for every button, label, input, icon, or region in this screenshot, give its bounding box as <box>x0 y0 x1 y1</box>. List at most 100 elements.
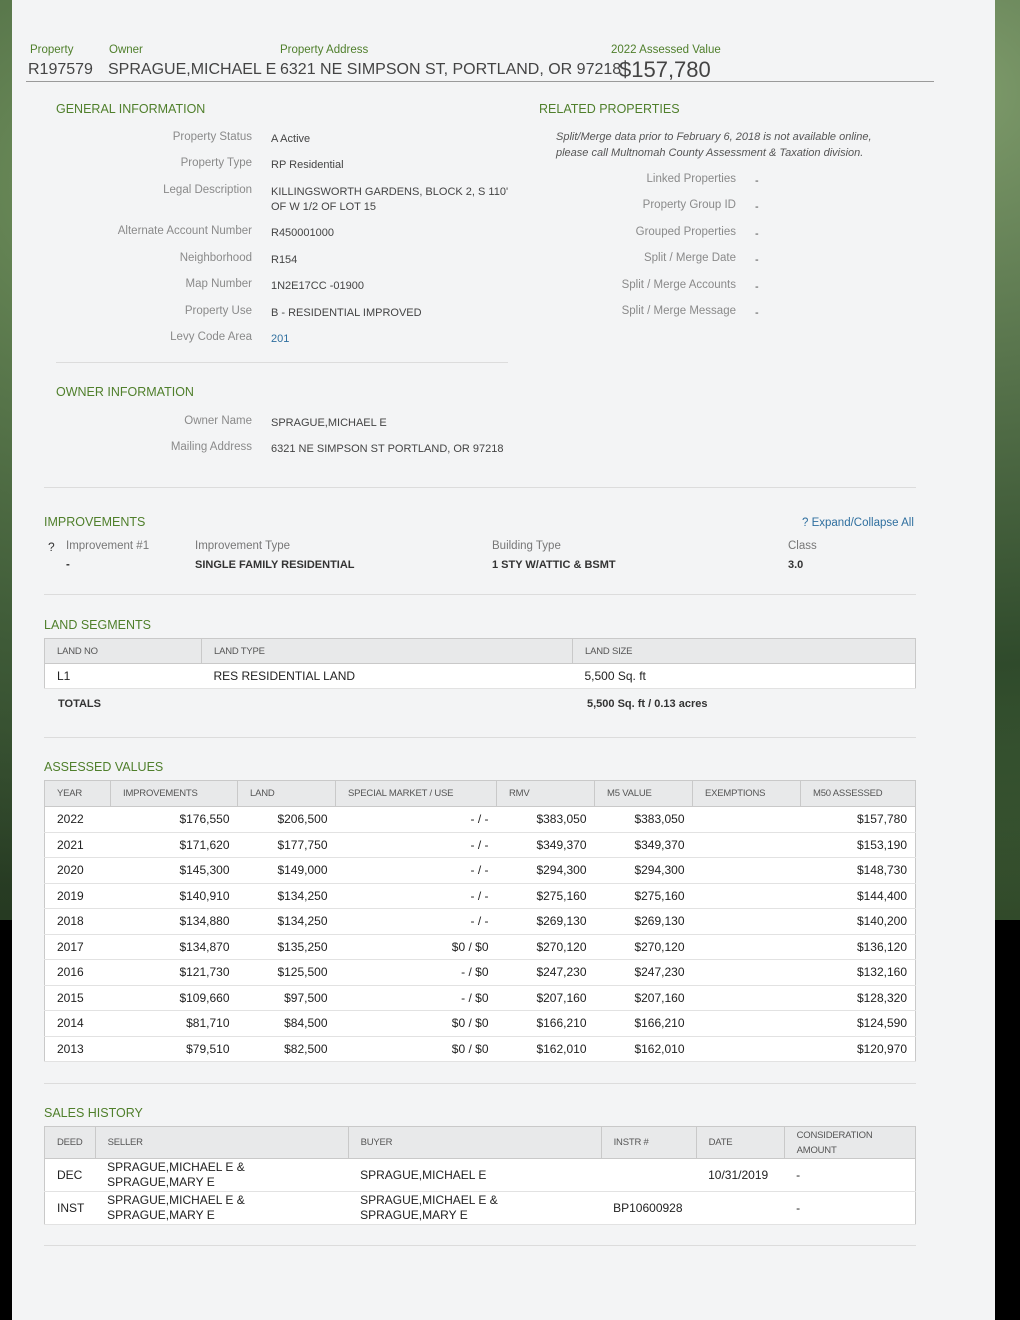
assessed-cell: - / - <box>335 832 497 858</box>
assessed-cell: $171,620 <box>110 832 238 858</box>
assessed-col-header: M50 ASSESSED <box>800 780 916 807</box>
assessed-cell: $162,010 <box>594 1036 693 1062</box>
assessed-cell: $136,120 <box>800 934 916 960</box>
related-field-label: Property Group ID <box>642 199 736 211</box>
assessed-cell: $383,050 <box>594 806 693 833</box>
land-header-row: LAND NO LAND TYPE LAND SIZE <box>44 638 916 664</box>
expand-collapse-all-link[interactable]: ? Expand/Collapse All <box>802 517 914 529</box>
assessed-cell: $207,160 <box>594 985 693 1011</box>
assessed-cell <box>692 985 801 1011</box>
assessed-col-header: SPECIAL MARKET / USE <box>335 780 497 807</box>
assessed-cell: $166,210 <box>496 1010 595 1037</box>
assessed-cell: $134,250 <box>237 883 336 909</box>
levy-code-link[interactable]: 201 <box>271 332 516 347</box>
building-type-value: 1 STY W/ATTIC & BSMT <box>492 559 616 571</box>
assessed-cell <box>692 1036 801 1062</box>
improvement-type-label: Improvement Type <box>195 540 291 552</box>
assessed-cell: $125,500 <box>237 959 336 986</box>
field-value: R450001000 <box>271 227 335 239</box>
assessed-cell: 2013 <box>44 1036 111 1062</box>
assessed-cell: $128,320 <box>800 985 916 1011</box>
assessed-cell: - / - <box>335 883 497 909</box>
related-field-value: - <box>755 201 759 213</box>
land-divider <box>44 737 916 738</box>
assessed-value-amount: $157,780 <box>619 57 711 82</box>
assessed-cell: $247,230 <box>496 959 595 986</box>
assessed-cell: $109,660 <box>110 985 238 1011</box>
sales-cell: SPRAGUE,MICHAEL E <box>348 1158 602 1192</box>
assessed-cell: $383,050 <box>496 806 595 833</box>
assessed-cell: $166,210 <box>594 1010 693 1037</box>
owner-label: Owner <box>109 44 143 56</box>
sales-history-title: SALES HISTORY <box>44 1106 143 1120</box>
assessed-cell: $134,250 <box>237 908 336 935</box>
assessed-cell: $0 / $0 <box>335 1010 497 1037</box>
improvement-number-label: Improvement #1 <box>66 540 150 552</box>
improvements-title: IMPROVEMENTS <box>44 515 146 529</box>
assessed-cell <box>692 806 801 833</box>
assessed-cell: $81,710 <box>110 1010 238 1037</box>
assessed-cell: $207,160 <box>496 985 595 1011</box>
sales-cell <box>696 1191 785 1225</box>
assessed-col-header: M5 VALUE <box>594 780 693 807</box>
address-value: 6321 NE SIMPSON ST, PORTLAND, OR 97218 <box>280 61 622 78</box>
assessed-cell: $140,910 <box>110 883 238 909</box>
land-col-header: LAND TYPE <box>201 638 573 664</box>
field-value: 1N2E17CC -01900 <box>271 280 364 292</box>
table-row: 2021 $171,620 $177,750- / - $349,370 $349,37… <box>44 832 916 858</box>
property-id-label: Property <box>30 44 74 56</box>
assessed-cell: $124,590 <box>800 1010 916 1037</box>
improvement-toggle-icon[interactable]: ? <box>48 540 55 554</box>
field-value: B - RESIDENTIAL IMPROVED <box>271 307 422 319</box>
table-row: 2016 $121,730 $125,500- / $0 $247,230 $247,2… <box>44 959 916 986</box>
land-type-cell: RES RESIDENTIAL LAND <box>201 663 573 689</box>
assessed-cell <box>692 959 801 986</box>
assessed-divider <box>44 1083 916 1084</box>
assessed-cell: 2017 <box>44 934 111 960</box>
sales-history-table: DEED SELLER BUYER INSTR # DATE CONSIDERA… <box>44 1126 917 1225</box>
assessed-cell: - / - <box>335 908 497 935</box>
assessed-cell: 2019 <box>44 883 111 909</box>
field-label: Property Use <box>184 305 252 317</box>
table-row: INST SPRAGUE,MICHAEL E & SPRAGUE,MARY E SP… <box>44 1191 916 1225</box>
assessed-col-header: YEAR <box>44 780 111 807</box>
table-row: 2015 $109,660 $97,500- / $0 $207,160 $207,16… <box>44 985 916 1011</box>
related-field-label: Linked Properties <box>646 173 737 185</box>
assessed-cell: 2021 <box>44 832 111 858</box>
assessed-cell: $135,250 <box>237 934 336 960</box>
related-field-label: Split / Merge Date <box>643 252 736 264</box>
land-totals-value: 5,500 Sq. ft / 0.13 acres <box>587 698 708 710</box>
sales-col-header: SELLER <box>94 1126 349 1159</box>
class-value: 3.0 <box>788 559 804 571</box>
assessed-cell: $269,130 <box>496 908 595 935</box>
land-col-header: LAND SIZE <box>572 638 916 664</box>
field-label: Property Type <box>180 157 252 169</box>
owner-divider <box>44 487 916 488</box>
field-label: Property Status <box>172 131 252 143</box>
assessed-cell: $275,160 <box>496 883 595 909</box>
assessed-cell: 2016 <box>44 959 111 986</box>
assessed-cell: $97,500 <box>237 985 336 1011</box>
general-information-title: GENERAL INFORMATION <box>56 102 206 116</box>
land-size-cell: 5,500 Sq. ft <box>572 663 916 689</box>
assessed-cell: 2018 <box>44 908 111 935</box>
assessed-cell: $0 / $0 <box>335 1036 497 1062</box>
header-divider <box>26 81 934 82</box>
sales-cell: SPRAGUE,MICHAEL E & SPRAGUE,MARY E <box>95 1191 349 1225</box>
related-field-label: Split / Merge Accounts <box>621 279 736 291</box>
property-id-value: R197579 <box>28 61 93 78</box>
related-field-value: - <box>755 281 759 293</box>
assessed-cell: $121,730 <box>110 959 238 986</box>
field-value: A Active <box>271 133 311 145</box>
field-label: Neighborhood <box>179 252 252 264</box>
owner-field-label: Owner Name <box>184 415 252 427</box>
land-segments-title: LAND SEGMENTS <box>44 618 151 632</box>
assessed-cell <box>692 883 801 909</box>
sales-cell: SPRAGUE,MICHAEL E & SPRAGUE,MARY E <box>95 1158 349 1192</box>
address-label: Property Address <box>280 44 369 56</box>
assessed-cell: 2015 <box>44 985 111 1011</box>
sales-cell: - <box>784 1158 916 1192</box>
field-label: Legal Description <box>163 184 252 196</box>
owner-field-value: 6321 NE SIMPSON ST PORTLAND, OR 97218 <box>271 443 504 455</box>
assessed-col-header: RMV <box>496 780 595 807</box>
